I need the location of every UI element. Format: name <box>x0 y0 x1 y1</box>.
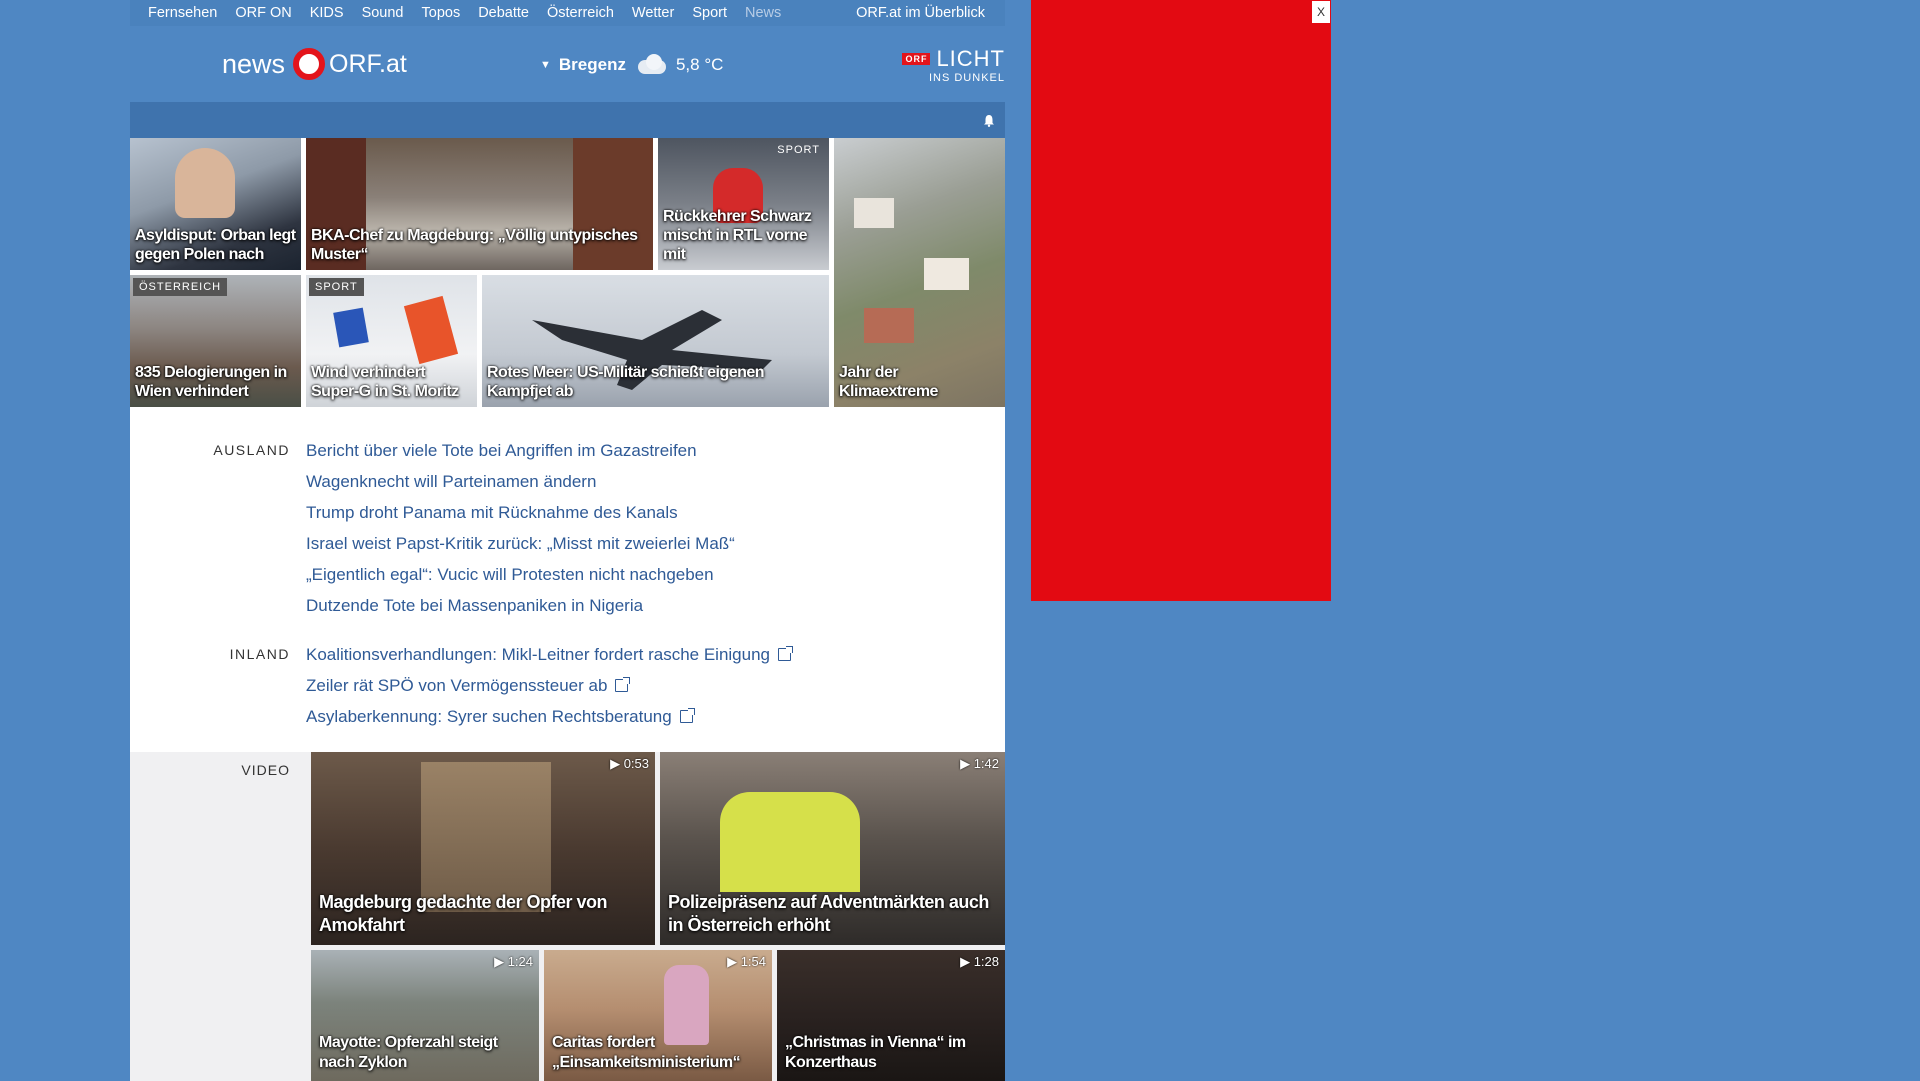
headline-text: Asylaberkennung: Syrer suchen Rechtsbera… <box>306 707 672 726</box>
video-caption: Mayotte: Opferzahl steigt nach Zyklon <box>319 1034 498 1071</box>
video-duration: ▶ 1:24 <box>494 954 533 969</box>
nav-orf-on[interactable]: ORF ON <box>226 5 300 21</box>
headline-link[interactable]: Dutzende Tote bei Massenpaniken in Niger… <box>306 590 735 621</box>
notification-bar <box>130 102 1005 138</box>
tile-caption: Jahr der Klimaextreme <box>839 364 938 400</box>
story-tile[interactable]: BKA-Chef zu Magdeburg: „Völlig untypisch… <box>306 138 653 270</box>
licht-orf-badge: ORF <box>902 53 931 65</box>
gate-flag-shape <box>403 295 459 365</box>
nav-sound[interactable]: Sound <box>353 5 413 21</box>
licht-subtitle: INS DUNKEL <box>928 72 1005 84</box>
story-tile[interactable]: Jahr der Klimaextreme <box>834 138 1005 407</box>
nav-kids[interactable]: KIDS <box>301 5 353 21</box>
ad-close-button[interactable]: X <box>1312 1 1330 23</box>
headline-link[interactable]: Wagenknecht will Parteinamen ändern <box>306 466 735 497</box>
headline-link[interactable]: Koalitionsverhandlungen: Mikl-Leitner fo… <box>306 639 793 670</box>
headline-link[interactable]: „Eigentlich egal“: Vucic will Protesten … <box>306 559 735 590</box>
video-section: VIDEO ▶ 0:53 Magdeburg gedachte der Opfe… <box>130 752 1005 1081</box>
nav-debatte[interactable]: Debatte <box>469 5 538 21</box>
portrait-shape <box>175 148 235 218</box>
licht-ins-dunkel-logo[interactable]: ORF LICHT INS DUNKEL <box>902 46 1005 84</box>
video-caption: Polizeipräsenz auf Adventmärkten auch in… <box>668 892 989 935</box>
tile-caption: Rückkehrer Schwarz mischt in RTL vorne m… <box>663 208 812 263</box>
section-label: INLAND <box>229 646 290 662</box>
advertisement-banner[interactable] <box>1031 0 1331 601</box>
top-story-tiles: Asyldisput: Orban legt gegen Polen nach … <box>130 138 1005 411</box>
external-link-icon <box>615 677 631 692</box>
weather-widget[interactable]: ▼ Bregenz 5,8 °C <box>540 54 723 76</box>
orf-ring-icon <box>293 48 326 80</box>
house-shape <box>864 308 914 343</box>
headline-lists: AUSLAND Bericht über viele Tote bei Angr… <box>130 411 1005 752</box>
video-tile[interactable]: ▶ 1:24 Mayotte: Opferzahl steigt nach Zy… <box>311 950 539 1081</box>
section-ausland: AUSLAND Bericht über viele Tote bei Angr… <box>130 435 1005 621</box>
video-duration: ▶ 0:53 <box>610 756 649 771</box>
tile-caption: Asyldisput: Orban legt gegen Polen nach <box>135 227 296 263</box>
story-tile[interactable]: ÖSTERREICH 835 Delogierungen in Wien ver… <box>130 275 301 407</box>
video-tile[interactable]: ▶ 1:28 „Christmas in Vienna“ im Konzerth… <box>777 950 1005 1081</box>
nav-fernsehen[interactable]: Fernsehen <box>130 5 226 21</box>
licht-title: LICHT <box>936 46 1005 71</box>
police-vest-shape <box>720 792 860 892</box>
video-caption: Magdeburg gedachte der Opfer von Amokfah… <box>319 892 608 935</box>
video-duration: ▶ 1:28 <box>960 954 999 969</box>
nav-topos[interactable]: Topos <box>413 5 470 21</box>
top-navigation: Fernsehen ORF ON KIDS Sound Topos Debatt… <box>130 0 1005 26</box>
external-link-icon <box>778 646 793 661</box>
tile-caption: BKA-Chef zu Magdeburg: „Völlig untypisch… <box>311 227 638 263</box>
section-inland: INLAND Koalitionsverhandlungen: Mikl-Lei… <box>130 639 1005 732</box>
nav-wetter[interactable]: Wetter <box>623 5 683 21</box>
video-duration: ▶ 1:42 <box>960 756 999 771</box>
logo-news-text: news <box>222 48 286 79</box>
logo-orf-text: ORF.at <box>329 49 407 78</box>
weather-temperature: 5,8 °C <box>675 55 724 74</box>
nav-oesterreich[interactable]: Österreich <box>538 5 623 21</box>
video-duration: ▶ 1:54 <box>727 954 766 969</box>
house-shape <box>924 258 969 290</box>
video-tile[interactable]: ▶ 0:53 Magdeburg gedachte der Opfer von … <box>311 752 655 945</box>
video-tile[interactable]: ▶ 1:42 Polizeipräsenz auf Adventmärkten … <box>660 752 1005 945</box>
headline-link[interactable]: Zeiler rät SPÖ von Vermögenssteuer ab <box>306 670 791 701</box>
tile-caption: 835 Delogierungen in Wien verhindert <box>135 364 287 400</box>
nav-overview[interactable]: ORF.at im Überblick <box>847 5 1005 21</box>
main-column: Fernsehen ORF ON KIDS Sound Topos Debatt… <box>130 0 1005 1081</box>
video-tile[interactable]: ▶ 1:54 Caritas fordert „Einsamkeitsminis… <box>544 950 772 1081</box>
story-tile[interactable]: SPORT Rückkehrer Schwarz mischt in RTL v… <box>658 138 829 270</box>
video-caption: „Christmas in Vienna“ im Konzerthaus <box>785 1034 966 1071</box>
tile-tag: SPORT <box>309 278 364 296</box>
tile-tag: ÖSTERREICH <box>133 278 228 296</box>
headline-link[interactable]: Israel weist Papst-Kritik zurück: „Misst… <box>306 528 735 559</box>
headline-text: Koalitionsverhandlungen: Mikl-Leitner fo… <box>306 645 770 664</box>
nav-sport[interactable]: Sport <box>683 5 736 21</box>
bell-icon[interactable] <box>983 114 995 127</box>
tile-caption: Rotes Meer: US-Militär schießt eigenen K… <box>487 364 765 400</box>
headline-link[interactable]: Trump droht Panama mit Rücknahme des Kan… <box>306 497 735 528</box>
external-link-icon <box>679 708 695 723</box>
story-tile[interactable]: SPORT Wind verhindert Super-G in St. Mor… <box>306 275 477 407</box>
headline-text: Zeiler rät SPÖ von Vermögenssteuer ab <box>306 676 608 695</box>
tile-caption: Wind verhindert Super-G in St. Moritz <box>311 364 459 400</box>
headline-link[interactable]: Bericht über viele Tote bei Angriffen im… <box>306 435 735 466</box>
site-header: news ORF.at ▼ Bregenz 5,8 °C ORF LICHT I… <box>130 26 1005 102</box>
cloud-icon <box>634 54 668 76</box>
section-label: AUSLAND <box>213 442 290 458</box>
story-tile[interactable]: Asyldisput: Orban legt gegen Polen nach <box>130 138 301 270</box>
section-label: VIDEO <box>241 762 290 778</box>
video-caption: Caritas fordert „Einsamkeitsministerium“ <box>552 1034 741 1071</box>
church-interior-shape <box>421 762 551 912</box>
house-shape <box>854 198 894 228</box>
news-orf-logo[interactable]: news ORF.at <box>222 48 407 80</box>
gate-flag-shape <box>333 307 369 348</box>
story-tile[interactable]: Rotes Meer: US-Militär schießt eigenen K… <box>482 275 829 407</box>
tile-tag: SPORT <box>777 144 820 156</box>
headline-link[interactable]: Asylaberkennung: Syrer suchen Rechtsbera… <box>306 701 791 732</box>
nav-news[interactable]: News <box>736 5 790 21</box>
dropdown-arrow-icon: ▼ <box>540 59 551 71</box>
weather-location: Bregenz <box>558 55 626 74</box>
